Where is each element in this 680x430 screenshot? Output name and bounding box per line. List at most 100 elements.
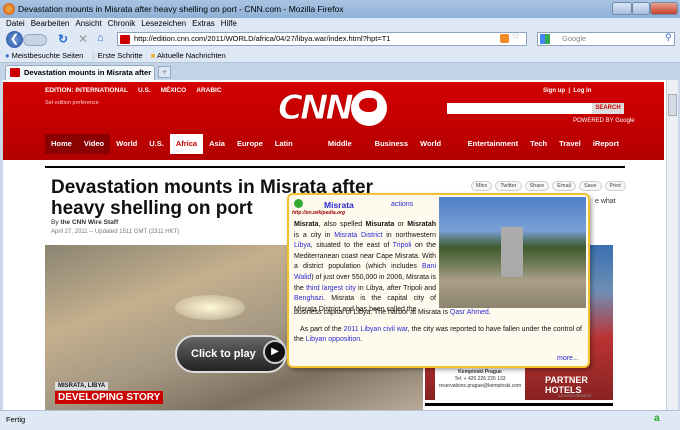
nav-business[interactable]: Business bbox=[369, 134, 414, 154]
text-run: . bbox=[360, 336, 363, 343]
forward-button[interactable] bbox=[23, 34, 47, 46]
nav-world[interactable]: World bbox=[110, 134, 143, 154]
search-input[interactable]: Google bbox=[537, 32, 675, 46]
nav-latin-america[interactable]: Latin America bbox=[269, 134, 322, 168]
divider bbox=[45, 166, 625, 168]
maximize-button[interactable] bbox=[632, 2, 650, 15]
nav-world-sport[interactable]: World Sport bbox=[414, 134, 462, 168]
powered-by-google: POWERED BY Google bbox=[573, 118, 635, 124]
edition-international[interactable]: EDITION: INTERNATIONAL bbox=[45, 87, 128, 94]
nav-middle-east[interactable]: Middle East bbox=[322, 134, 369, 168]
text-run: . bbox=[488, 309, 491, 316]
share-print-button[interactable]: Print bbox=[604, 181, 626, 191]
scroll-thumb[interactable] bbox=[668, 94, 677, 116]
account-links: Sign up | Log in bbox=[543, 88, 592, 94]
minimize-button[interactable] bbox=[612, 2, 632, 15]
text-run: , situated to the east of bbox=[310, 242, 393, 250]
edition-arabic[interactable]: ARABIC bbox=[196, 87, 221, 94]
close-button[interactable] bbox=[650, 2, 678, 15]
new-tab-button[interactable]: + bbox=[158, 66, 171, 78]
nav-travel[interactable]: Travel bbox=[553, 134, 587, 154]
set-edition-link[interactable]: Set edition preference bbox=[45, 100, 99, 106]
tab-active[interactable]: Devastation mounts in Misrata after ... bbox=[5, 65, 155, 91]
ad-hotels: PARTNER HOTELS bbox=[545, 375, 588, 395]
nav-europe[interactable]: Europe bbox=[231, 134, 269, 154]
rss-icon[interactable] bbox=[500, 34, 509, 43]
video-location: MISRATA, LIBYA bbox=[55, 382, 109, 390]
text-run: , also spelled bbox=[318, 221, 366, 228]
edition-us[interactable]: U.S. bbox=[138, 87, 151, 94]
edition-selector: EDITION: INTERNATIONAL U.S. MÉXICO ARABIC bbox=[45, 87, 232, 94]
popup-title[interactable]: Misrata bbox=[324, 200, 354, 210]
wiki-link[interactable]: Tripoli bbox=[393, 242, 412, 249]
reload-icon[interactable]: ↻ bbox=[58, 32, 68, 46]
bookmark-star-icon[interactable]: ☆ bbox=[511, 31, 520, 42]
signup-link[interactable]: Sign up bbox=[543, 88, 565, 94]
ad-name: Kempinski Prague bbox=[458, 369, 502, 375]
wiki-link[interactable]: 2011 Libyan civil war bbox=[344, 326, 408, 333]
share-share-button[interactable]: Share bbox=[524, 181, 550, 191]
addon-icon[interactable]: a bbox=[654, 413, 660, 424]
menu-lesezeichen[interactable]: Lesezeichen bbox=[141, 19, 186, 28]
author-link[interactable]: the CNN Wire Staff bbox=[60, 219, 118, 226]
menu-hilfe[interactable]: Hilfe bbox=[221, 19, 237, 28]
video-frame-flash bbox=[175, 295, 245, 320]
bookmark-meistbesuchte[interactable]: Meistbesuchte Seiten bbox=[12, 51, 84, 60]
vertical-scrollbar[interactable] bbox=[666, 80, 678, 410]
play-icon[interactable]: ▶ bbox=[263, 340, 287, 364]
popup-source[interactable]: http://en.wikipedia.org bbox=[292, 210, 345, 216]
share-save-button[interactable]: Save bbox=[578, 181, 602, 191]
wiki-link[interactable]: Libya bbox=[294, 242, 311, 249]
site-favicon bbox=[120, 35, 130, 44]
popup-paragraph-1: Misrata, also spelled Misurata or Misrat… bbox=[294, 220, 436, 315]
google-icon[interactable] bbox=[540, 34, 550, 44]
cnn-search-input[interactable] bbox=[447, 103, 592, 114]
popup-logo-icon bbox=[294, 199, 303, 208]
wiki-link[interactable]: Benghazi bbox=[294, 295, 323, 302]
login-link[interactable]: Log in bbox=[573, 88, 591, 94]
nav-africa[interactable]: Africa bbox=[169, 134, 204, 154]
menu-ansicht[interactable]: Ansicht bbox=[75, 19, 101, 28]
text-run: As part of the bbox=[300, 326, 344, 333]
popup-actions[interactable]: actions bbox=[391, 201, 413, 208]
share-mixx-button[interactable]: Mixx bbox=[471, 181, 493, 191]
bold-term: Misrata bbox=[294, 221, 319, 228]
menu-bearbeiten[interactable]: Bearbeiten bbox=[31, 19, 70, 28]
menu-chronik[interactable]: Chronik bbox=[108, 19, 136, 28]
nav-u-s-[interactable]: U.S. bbox=[143, 134, 170, 154]
nav-video[interactable]: Video bbox=[77, 134, 111, 154]
window-title: Devastation mounts in Misrata after heav… bbox=[0, 0, 680, 18]
back-button[interactable]: ❮ bbox=[6, 31, 23, 48]
menu-extras[interactable]: Extras bbox=[192, 19, 215, 28]
wiki-link[interactable]: Qasr Ahmed bbox=[450, 309, 489, 316]
globe-icon bbox=[351, 90, 387, 126]
popup-more-link[interactable]: more... bbox=[557, 355, 579, 362]
side-text: e what bbox=[595, 198, 616, 205]
bookmark-aktuelle[interactable]: Aktuelle Nachrichten bbox=[157, 51, 226, 60]
url-bar[interactable]: http://edition.cnn.com/2011/WORLD/africa… bbox=[117, 32, 527, 46]
wiki-link[interactable]: Libyan opposition bbox=[306, 336, 361, 343]
menu-datei[interactable]: Datei bbox=[6, 19, 25, 28]
nav-entertainment[interactable]: Entertainment bbox=[462, 134, 524, 154]
nav-ireport[interactable]: iReport bbox=[587, 134, 625, 154]
wiki-link[interactable]: Misrata District bbox=[334, 232, 382, 239]
misrata-photo bbox=[439, 197, 586, 308]
byline: By the CNN Wire Staff bbox=[51, 219, 118, 226]
share-twitter-button[interactable]: Twitter bbox=[495, 181, 522, 191]
nav-tech[interactable]: Tech bbox=[524, 134, 553, 154]
share-email-button[interactable]: Email bbox=[552, 181, 576, 191]
wiki-link[interactable]: third largest city bbox=[306, 285, 356, 292]
nav-home[interactable]: Home bbox=[45, 134, 78, 154]
cnn-search-button[interactable]: SEARCH bbox=[592, 103, 624, 114]
bookmark-erste-schritte[interactable]: Erste Schritte bbox=[98, 51, 143, 60]
page-icon: ▯ bbox=[91, 51, 96, 60]
stop-icon[interactable]: ✕ bbox=[78, 32, 88, 46]
folder-icon: ■ bbox=[150, 51, 156, 60]
cnn-logo[interactable]: CNN bbox=[278, 88, 355, 129]
search-magnifier-icon[interactable]: ⚲ bbox=[665, 32, 672, 43]
home-icon[interactable]: ⌂ bbox=[97, 32, 104, 44]
wikipedia-popup: Misrata actions http://en.wikipedia.org … bbox=[287, 193, 590, 368]
nav-asia[interactable]: Asia bbox=[203, 134, 231, 154]
tab-favicon bbox=[10, 68, 20, 77]
edition-mexico[interactable]: MÉXICO bbox=[161, 87, 187, 94]
